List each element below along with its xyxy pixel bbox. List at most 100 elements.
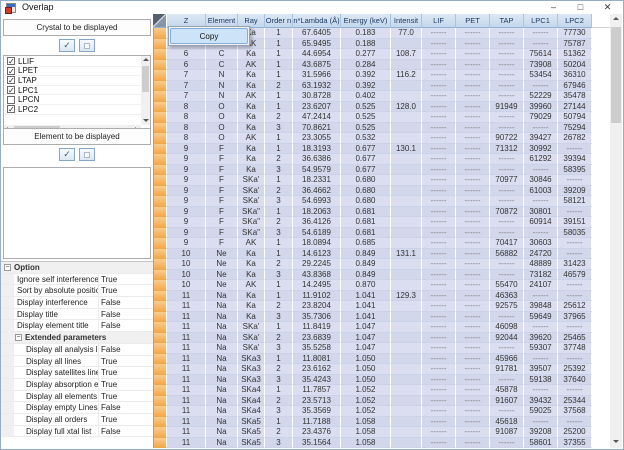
option-category-row[interactable]: −Option xyxy=(1,262,153,274)
cell[interactable]: 0.188 xyxy=(341,39,391,50)
cell[interactable]: ------ xyxy=(490,60,524,71)
cell[interactable]: 3 xyxy=(265,406,293,417)
cell[interactable]: 71312 xyxy=(490,144,524,155)
cell[interactable]: 9 xyxy=(167,186,206,197)
row-header[interactable] xyxy=(153,375,167,386)
column-header-pet[interactable]: PET xyxy=(456,14,490,28)
cell[interactable]: ------ xyxy=(456,217,490,228)
cell[interactable]: ------ xyxy=(490,49,524,60)
row-header[interactable] xyxy=(153,133,167,144)
cell[interactable]: 11 xyxy=(167,375,206,386)
cell[interactable]: ------ xyxy=(456,312,490,323)
cell[interactable]: 23.6162 xyxy=(293,364,341,375)
crystal-item-lpc1[interactable]: ✓LPC1 xyxy=(5,86,141,96)
cell[interactable] xyxy=(391,123,422,134)
cell[interactable] xyxy=(391,175,422,186)
cell[interactable]: ------ xyxy=(524,28,558,39)
cell[interactable]: ------ xyxy=(422,259,456,270)
cell[interactable]: ------ xyxy=(456,301,490,312)
cell[interactable]: ------ xyxy=(490,228,524,239)
option-category-row[interactable]: −Extended parameters xyxy=(1,332,153,344)
cell[interactable]: 1.047 xyxy=(341,333,391,344)
cell[interactable]: 3 xyxy=(265,343,293,354)
cell[interactable]: ------ xyxy=(456,427,490,438)
cell[interactable]: ------ xyxy=(456,196,490,207)
column-header-intensit[interactable]: Intensit xyxy=(391,14,422,28)
cell[interactable]: N xyxy=(206,81,238,92)
cell[interactable]: 6 xyxy=(167,49,206,60)
cell[interactable]: ------ xyxy=(524,39,558,50)
cell[interactable]: ------ xyxy=(456,238,490,249)
cell[interactable]: ------ xyxy=(422,133,456,144)
cell[interactable]: ------ xyxy=(456,259,490,270)
cell[interactable]: Ne xyxy=(206,259,238,270)
cell[interactable]: Ne xyxy=(206,270,238,281)
cell[interactable]: 46579 xyxy=(558,270,592,281)
cell[interactable] xyxy=(391,81,422,92)
cell[interactable]: AK xyxy=(238,280,265,291)
row-header[interactable] xyxy=(153,154,167,165)
option-row[interactable]: Display satellites linesTrue xyxy=(1,367,153,379)
row-header[interactable] xyxy=(153,238,167,249)
cell[interactable]: ------ xyxy=(456,144,490,155)
cell[interactable]: SKa4 xyxy=(238,406,265,417)
cell[interactable]: Na xyxy=(206,301,238,312)
cell[interactable]: ------ xyxy=(456,123,490,134)
cell[interactable]: 30992 xyxy=(524,144,558,155)
cell[interactable]: 11 xyxy=(167,427,206,438)
option-value[interactable]: True xyxy=(101,286,117,295)
cell[interactable]: 75294 xyxy=(558,123,592,134)
option-value[interactable]: True xyxy=(101,415,117,424)
cell[interactable]: 1 xyxy=(265,385,293,396)
column-header-n-lambda[interactable]: n*Lambda (Å) xyxy=(293,14,341,28)
cell[interactable]: 1 xyxy=(265,60,293,71)
cell[interactable]: ------ xyxy=(422,81,456,92)
cell[interactable]: SKa5 xyxy=(238,438,265,449)
cell[interactable]: ------ xyxy=(456,375,490,386)
cell[interactable]: ------ xyxy=(490,312,524,323)
cell[interactable]: 3 xyxy=(265,312,293,323)
cell[interactable]: Na xyxy=(206,417,238,428)
cell[interactable]: 91949 xyxy=(490,102,524,113)
cell[interactable]: 0.870 xyxy=(341,280,391,291)
cell[interactable]: 1.052 xyxy=(341,385,391,396)
cell[interactable]: 92044 xyxy=(490,333,524,344)
cell[interactable]: 58035 xyxy=(558,228,592,239)
cell[interactable]: 0.284 xyxy=(341,60,391,71)
cell[interactable]: 0.677 xyxy=(341,154,391,165)
cell[interactable]: Ka xyxy=(238,102,265,113)
cell[interactable] xyxy=(391,427,422,438)
cell[interactable]: 36310 xyxy=(558,70,592,81)
cell[interactable] xyxy=(391,385,422,396)
cell[interactable]: 61292 xyxy=(524,154,558,165)
cell[interactable]: 39960 xyxy=(524,102,558,113)
cell[interactable]: 39848 xyxy=(524,301,558,312)
minimize-button[interactable]: – xyxy=(540,1,567,15)
cell[interactable]: ------ xyxy=(422,427,456,438)
cell[interactable]: 11.9102 xyxy=(293,291,341,302)
option-value[interactable]: True xyxy=(101,392,117,401)
cell[interactable]: 1 xyxy=(265,249,293,260)
cell[interactable]: 25612 xyxy=(558,301,592,312)
cell[interactable]: 0.392 xyxy=(341,70,391,81)
cell[interactable]: 43.8368 xyxy=(293,270,341,281)
cell[interactable]: ------ xyxy=(524,123,558,134)
cell[interactable]: ------ xyxy=(422,196,456,207)
cell[interactable] xyxy=(391,154,422,165)
cell[interactable]: ------ xyxy=(422,70,456,81)
cell[interactable]: AK xyxy=(238,133,265,144)
cell[interactable]: F xyxy=(206,228,238,239)
cell[interactable]: 8 xyxy=(167,123,206,134)
cell[interactable]: 30603 xyxy=(524,238,558,249)
cell[interactable]: 35.5258 xyxy=(293,343,341,354)
cell[interactable]: 91607 xyxy=(490,396,524,407)
cell[interactable]: O xyxy=(206,102,238,113)
cell[interactable]: 1.052 xyxy=(341,406,391,417)
checkbox-icon[interactable]: ✓ xyxy=(7,67,15,75)
cell[interactable]: Na xyxy=(206,375,238,386)
row-header[interactable] xyxy=(153,207,167,218)
cell[interactable]: 3 xyxy=(265,270,293,281)
cell[interactable]: 2 xyxy=(265,112,293,123)
cell[interactable]: 27144 xyxy=(558,102,592,113)
cell[interactable]: ------ xyxy=(422,49,456,60)
